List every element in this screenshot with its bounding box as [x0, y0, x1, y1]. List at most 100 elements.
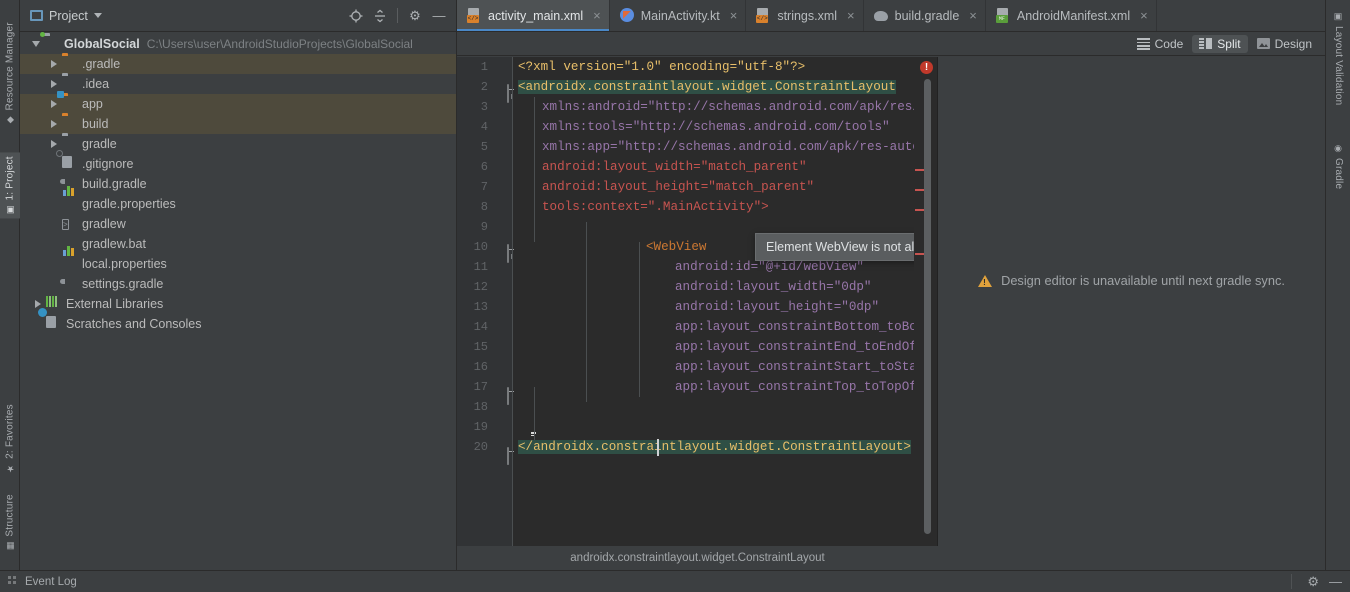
line-number: 11	[473, 260, 488, 274]
settings-gear-icon[interactable]: ⚙	[1307, 574, 1319, 590]
editor-gutter[interactable]: 1 2 3 4 5 6 7 8 9 10 11 12 13 14 15 16 1	[457, 57, 536, 570]
split-view-icon	[1199, 38, 1213, 49]
expand-arrow-icon[interactable]	[46, 80, 62, 88]
expand-arrow-icon[interactable]	[46, 100, 62, 108]
tree-row-project-root[interactable]: GlobalSocial C:\Users\user\AndroidStudio…	[20, 32, 456, 54]
code-line-4: xmlns:tools="http://schemas.android.com/…	[542, 117, 890, 137]
tree-item-label: gradlew.bat	[82, 237, 146, 251]
line-number: 9	[480, 220, 488, 234]
tree-row-build-dir[interactable]: build	[20, 114, 456, 134]
editor-tab-strings-xml[interactable]: </> strings.xml ×	[746, 0, 864, 31]
tree-row-gradle-properties[interactable]: gradle.properties	[20, 186, 456, 214]
breadcrumb[interactable]: androidx.constraintlayout.widget.Constra…	[457, 546, 938, 570]
tab-label: MainActivity.kt	[640, 8, 720, 23]
tool-button-layout-validation[interactable]: ▣ Layout Validation	[1328, 8, 1349, 110]
close-icon[interactable]: ×	[847, 8, 855, 23]
project-tool-window: Project ⚙ — GlobalSocial C:\Users\user\A…	[20, 0, 457, 570]
tree-row-gradle-wrapper-dir[interactable]: gradle	[20, 134, 456, 154]
settings-gear-icon[interactable]: ⚙	[404, 5, 426, 27]
tree-row-idea-dir[interactable]: .idea	[20, 74, 456, 94]
tree-row-local-properties[interactable]: local.properties	[20, 246, 456, 274]
code-line-5: xmlns:app="http://schemas.android.com/ap…	[542, 137, 914, 157]
mode-button-code[interactable]: Code	[1130, 35, 1191, 53]
tree-row-gradlew-bat[interactable]: gradlew.bat	[20, 234, 456, 254]
code-text-area[interactable]: <?xml version="1.0" encoding="utf-8"?> <…	[513, 57, 914, 570]
tab-label: strings.xml	[777, 8, 838, 23]
code-line-12-text: android:layout_width="0dp"	[675, 280, 872, 294]
expand-arrow-icon[interactable]	[46, 140, 62, 148]
tree-row-app-module[interactable]: app	[20, 91, 456, 114]
editor-tab-androidmanifest-xml[interactable]: MF AndroidManifest.xml ×	[986, 0, 1157, 31]
code-line-13-text: android:layout_height="0dp"	[675, 300, 880, 314]
error-count-badge[interactable]: !	[920, 61, 933, 74]
mode-button-split[interactable]: Split	[1192, 34, 1248, 53]
kotlin-file-icon	[619, 8, 635, 23]
line-number: 2	[480, 80, 488, 94]
code-line-11-text: android:id="@+id/webView"	[675, 260, 864, 274]
tree-row-gradle-dir[interactable]: .gradle	[20, 54, 456, 74]
event-log-button[interactable]: Event Log	[25, 576, 77, 588]
code-line-10: <WebView	[646, 237, 706, 257]
editor-area: </> activity_main.xml × MainActivity.kt …	[457, 0, 1325, 570]
close-icon[interactable]: ×	[593, 8, 601, 23]
close-icon[interactable]: ×	[969, 8, 977, 23]
line-number: 5	[480, 140, 488, 154]
expand-arrow-icon[interactable]	[46, 60, 62, 68]
tree-item-label: local.properties	[82, 257, 167, 271]
code-line-1: <?xml version="1.0" encoding="utf-8"?>	[518, 57, 805, 77]
tree-row-settings-gradle[interactable]: settings.gradle	[20, 274, 456, 294]
locate-icon[interactable]	[345, 5, 367, 27]
line-number: 14	[473, 320, 488, 334]
expand-arrow-icon[interactable]	[28, 41, 44, 47]
status-grip-icon	[8, 576, 17, 587]
hide-panel-icon[interactable]: —	[428, 5, 450, 27]
code-line-4-text: xmlns:tools="http://schemas.android.com/…	[542, 120, 890, 134]
tool-button-label: Gradle	[1333, 158, 1344, 190]
inspection-tooltip-text: Element WebView is not allowed here	[766, 240, 914, 254]
editor-tab-activity-main-xml[interactable]: </> activity_main.xml ×	[457, 0, 610, 31]
close-icon[interactable]: ×	[1140, 8, 1148, 23]
hide-panel-icon[interactable]: —	[1329, 574, 1342, 589]
editor-tab-build-gradle[interactable]: build.gradle ×	[864, 0, 986, 31]
expand-arrow-icon[interactable]	[46, 120, 62, 128]
editor-tab-mainactivity-kt[interactable]: MainActivity.kt ×	[610, 0, 747, 31]
code-editor-pane[interactable]: 1 2 3 4 5 6 7 8 9 10 11 12 13 14 15 16 1	[457, 57, 938, 570]
code-line-16-text: app:layout_constraintStart_toStartOf="pa…	[675, 360, 914, 374]
external-libraries-icon	[46, 296, 62, 312]
close-icon[interactable]: ×	[730, 8, 738, 23]
vertical-scrollbar[interactable]	[924, 79, 931, 534]
tree-item-label: gradlew	[82, 217, 126, 231]
project-panel-title[interactable]: Project	[49, 9, 88, 23]
mode-label: Split	[1217, 36, 1241, 51]
tree-row-build-gradle[interactable]: build.gradle	[20, 174, 456, 194]
tree-item-label: .idea	[82, 77, 110, 91]
collapse-all-icon[interactable]	[369, 5, 391, 27]
tool-button-structure[interactable]: ▦ Structure	[0, 490, 20, 555]
tool-button-resource-manager[interactable]: ◆ Resource Manager	[0, 18, 20, 128]
code-line-12: android:layout_width="0dp"	[675, 277, 872, 297]
tree-row-gitignore[interactable]: .gitignore	[20, 150, 456, 174]
tab-label: activity_main.xml	[488, 8, 584, 23]
code-line-2-text: <androidx.constraintlayout.widget.Constr…	[518, 80, 896, 94]
tree-item-label: Scratches and Consoles	[66, 317, 202, 331]
mode-button-design[interactable]: Design	[1250, 35, 1319, 53]
chevron-down-icon[interactable]	[93, 13, 102, 18]
tree-item-label: .gradle	[82, 57, 121, 71]
tool-button-project[interactable]: ▣ 1: Project	[0, 152, 20, 219]
tree-row-gradlew[interactable]: > gradlew	[20, 214, 456, 234]
line-number: 16	[473, 360, 488, 374]
properties-file-icon	[62, 246, 78, 272]
tool-button-gradle[interactable]: ◉ Gradle	[1328, 140, 1349, 193]
tool-button-favorites[interactable]: ★ 2: Favorites	[0, 400, 20, 477]
expand-arrow-icon[interactable]	[30, 300, 46, 308]
tree-row-scratches-consoles[interactable]: Scratches and Consoles	[20, 308, 456, 334]
error-stripe-gutter[interactable]: !	[914, 57, 937, 570]
tree-item-label: gradle	[82, 137, 117, 151]
layout-validation-icon: ▣	[1334, 12, 1344, 23]
folder-grey-icon	[62, 76, 78, 92]
tree-row-external-libraries[interactable]: External Libraries	[20, 294, 456, 314]
line-number: 10	[473, 240, 488, 254]
tab-label: AndroidManifest.xml	[1016, 8, 1131, 23]
error-badge-text: !	[924, 62, 929, 73]
code-line-15-text: app:layout_constraintEnd_toEndOf="parent…	[675, 340, 914, 354]
